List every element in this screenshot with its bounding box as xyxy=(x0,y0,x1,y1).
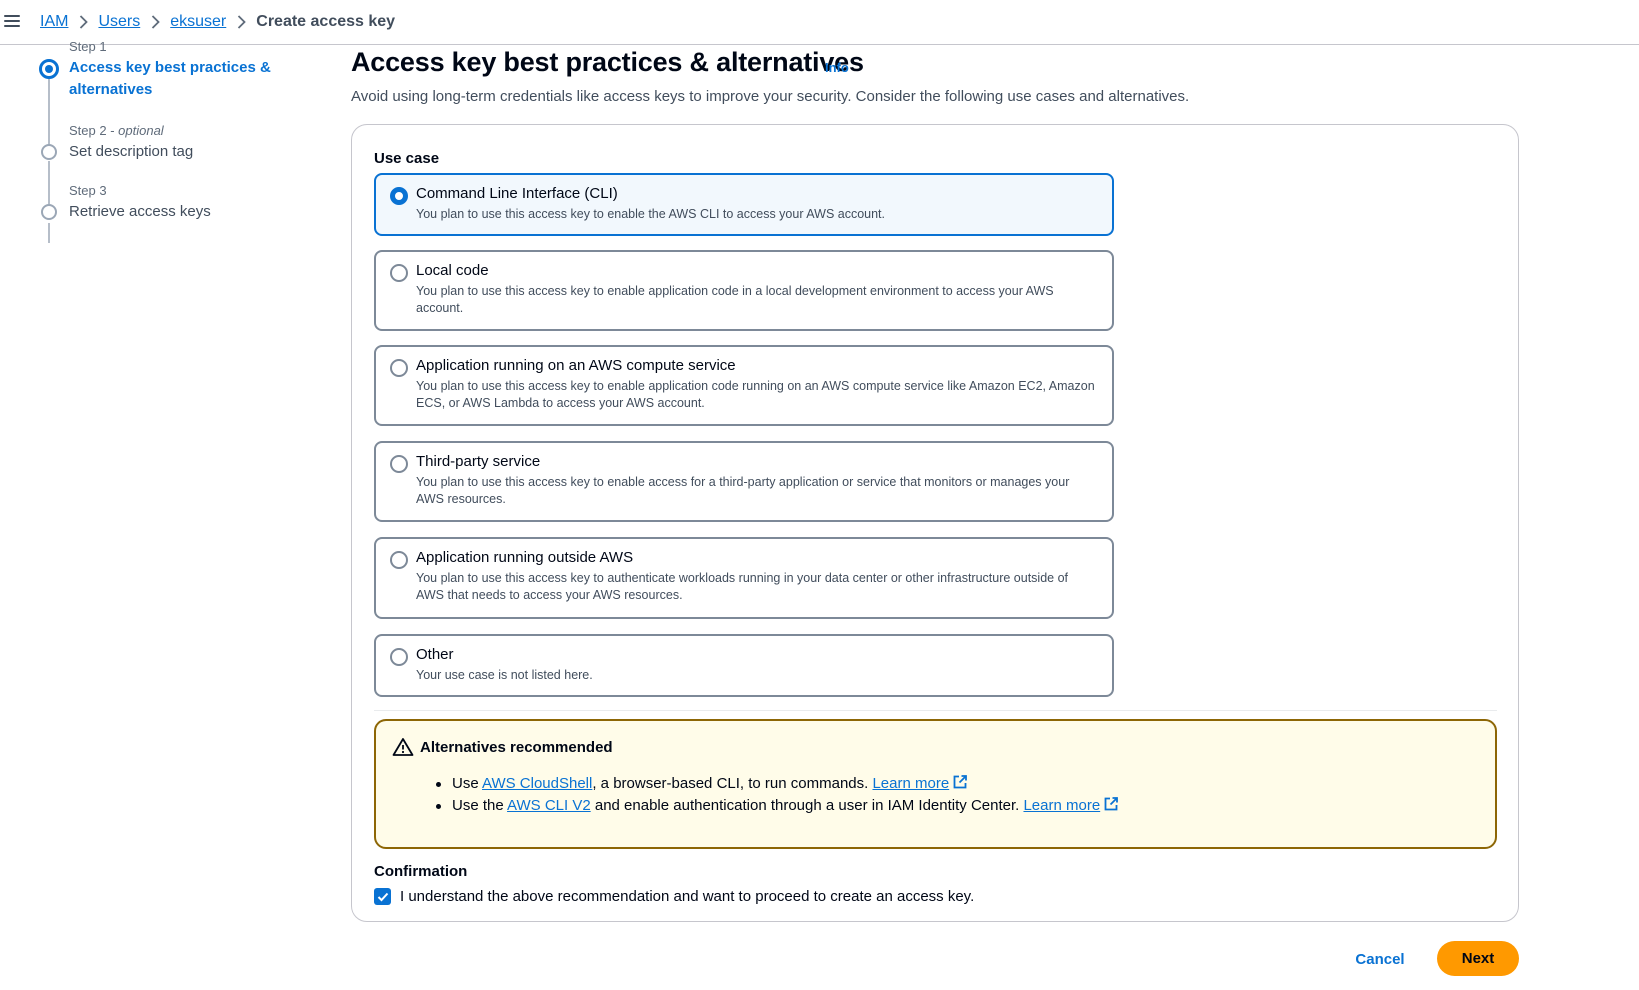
radio-unselected[interactable] xyxy=(390,359,408,377)
step2-indicator xyxy=(41,144,57,160)
top-navigation-bar: IAM Users eksuser Create access key xyxy=(0,0,1639,45)
option-title: Application running on an AWS compute se… xyxy=(416,357,736,374)
option-description: Your use case is not listed here. xyxy=(416,668,593,682)
external-link-icon xyxy=(1103,796,1119,812)
use-case-container: Use case Command Line Interface (CLI) Yo… xyxy=(351,124,1519,922)
step2-label: Step 2 - optional xyxy=(69,123,164,138)
breadcrumb-current: Create access key xyxy=(256,13,396,30)
confirmation-text[interactable]: I understand the above recommendation an… xyxy=(400,888,974,905)
confirmation-label: Confirmation xyxy=(374,863,468,880)
info-link[interactable]: Info xyxy=(825,60,849,75)
option-description: You plan to use this access key to enabl… xyxy=(416,379,1095,410)
alternatives-alert: Alternatives recommended Use AWS CloudSh… xyxy=(374,719,1497,849)
warning-icon xyxy=(392,737,414,757)
step3-indicator xyxy=(41,204,57,220)
breadcrumb-users[interactable]: Users xyxy=(98,13,140,31)
use-case-option-third-party[interactable]: Third-party service You plan to use this… xyxy=(374,441,1114,522)
option-title: Third-party service xyxy=(416,453,541,470)
checkmark-icon xyxy=(377,892,388,901)
option-title: Application running outside AWS xyxy=(416,549,634,566)
page-description: Avoid using long-term credentials like a… xyxy=(351,88,1190,105)
step1-indicator xyxy=(39,59,59,79)
stepper-connector xyxy=(48,161,50,204)
option-description: You plan to use this access key to enabl… xyxy=(416,284,1054,315)
aws-cloudshell-link[interactable]: AWS CloudShell xyxy=(482,775,592,792)
radio-unselected[interactable] xyxy=(390,551,408,569)
menu-icon[interactable] xyxy=(4,13,20,29)
step3-title[interactable]: Retrieve access keys xyxy=(69,201,211,223)
next-button[interactable]: Next xyxy=(1437,941,1519,976)
radio-unselected[interactable] xyxy=(390,648,408,666)
step2-title[interactable]: Set description tag xyxy=(69,141,193,163)
confirmation-row: I understand the above recommendation an… xyxy=(374,888,974,905)
learn-more-link[interactable]: Learn more xyxy=(872,775,968,792)
alert-text: Use xyxy=(452,775,483,792)
radio-selected[interactable] xyxy=(390,187,408,205)
use-case-label: Use case xyxy=(374,150,440,167)
learn-more-label: Learn more xyxy=(1023,797,1101,814)
use-case-option-cli[interactable]: Command Line Interface (CLI) You plan to… xyxy=(374,173,1114,236)
option-description: You plan to use this access key to enabl… xyxy=(416,475,1070,506)
alert-text: Use the xyxy=(452,797,508,814)
use-case-option-other[interactable]: Other Your use case is not listed here. xyxy=(374,634,1114,697)
radio-unselected[interactable] xyxy=(390,264,408,282)
chevron-right-icon xyxy=(68,12,98,32)
alert-text: and enable authentication through a user… xyxy=(590,797,1024,814)
divider xyxy=(374,710,1497,711)
use-case-option-outside-aws[interactable]: Application running outside AWS You plan… xyxy=(374,537,1114,619)
use-case-option-local-code[interactable]: Local code You plan to use this access k… xyxy=(374,250,1114,331)
alert-list: Use AWS CloudShell, a browser-based CLI,… xyxy=(436,773,1119,817)
confirmation-checkbox[interactable] xyxy=(374,888,391,905)
breadcrumb: IAM Users eksuser Create access key xyxy=(40,12,395,32)
step1-label: Step 1 xyxy=(69,39,107,54)
option-title: Local code xyxy=(416,262,489,279)
alert-text: , a browser-based CLI, to run commands. xyxy=(592,775,873,792)
chevron-right-icon xyxy=(226,12,256,32)
option-title: Other xyxy=(416,646,454,663)
external-link-icon xyxy=(952,774,968,790)
alert-title: Alternatives recommended xyxy=(420,739,613,756)
stepper-connector xyxy=(48,78,50,151)
step1-title: Access key best practices & alternatives xyxy=(69,59,271,98)
page-title: Access key best practices & alternatives xyxy=(351,47,864,77)
use-case-option-aws-compute[interactable]: Application running on an AWS compute se… xyxy=(374,345,1114,426)
learn-more-label: Learn more xyxy=(872,775,950,792)
chevron-right-icon xyxy=(140,12,170,32)
learn-more-link[interactable]: Learn more xyxy=(1023,797,1119,814)
option-description: You plan to use this access key to enabl… xyxy=(416,207,886,221)
breadcrumb-eksuser[interactable]: eksuser xyxy=(170,13,226,31)
aws-cli-v2-link[interactable]: AWS CLI V2 xyxy=(507,797,591,814)
step3-label: Step 3 xyxy=(69,183,107,198)
option-description: You plan to use this access key to authe… xyxy=(416,571,1069,602)
stepper-connector xyxy=(48,223,50,243)
radio-unselected[interactable] xyxy=(390,455,408,473)
list-item: Use AWS CloudShell, a browser-based CLI,… xyxy=(436,773,1119,795)
cancel-button[interactable]: Cancel xyxy=(1340,942,1420,976)
option-title: Command Line Interface (CLI) xyxy=(416,185,618,202)
list-item: Use the AWS CLI V2 and enable authentica… xyxy=(436,795,1119,817)
breadcrumb-iam[interactable]: IAM xyxy=(40,13,68,31)
